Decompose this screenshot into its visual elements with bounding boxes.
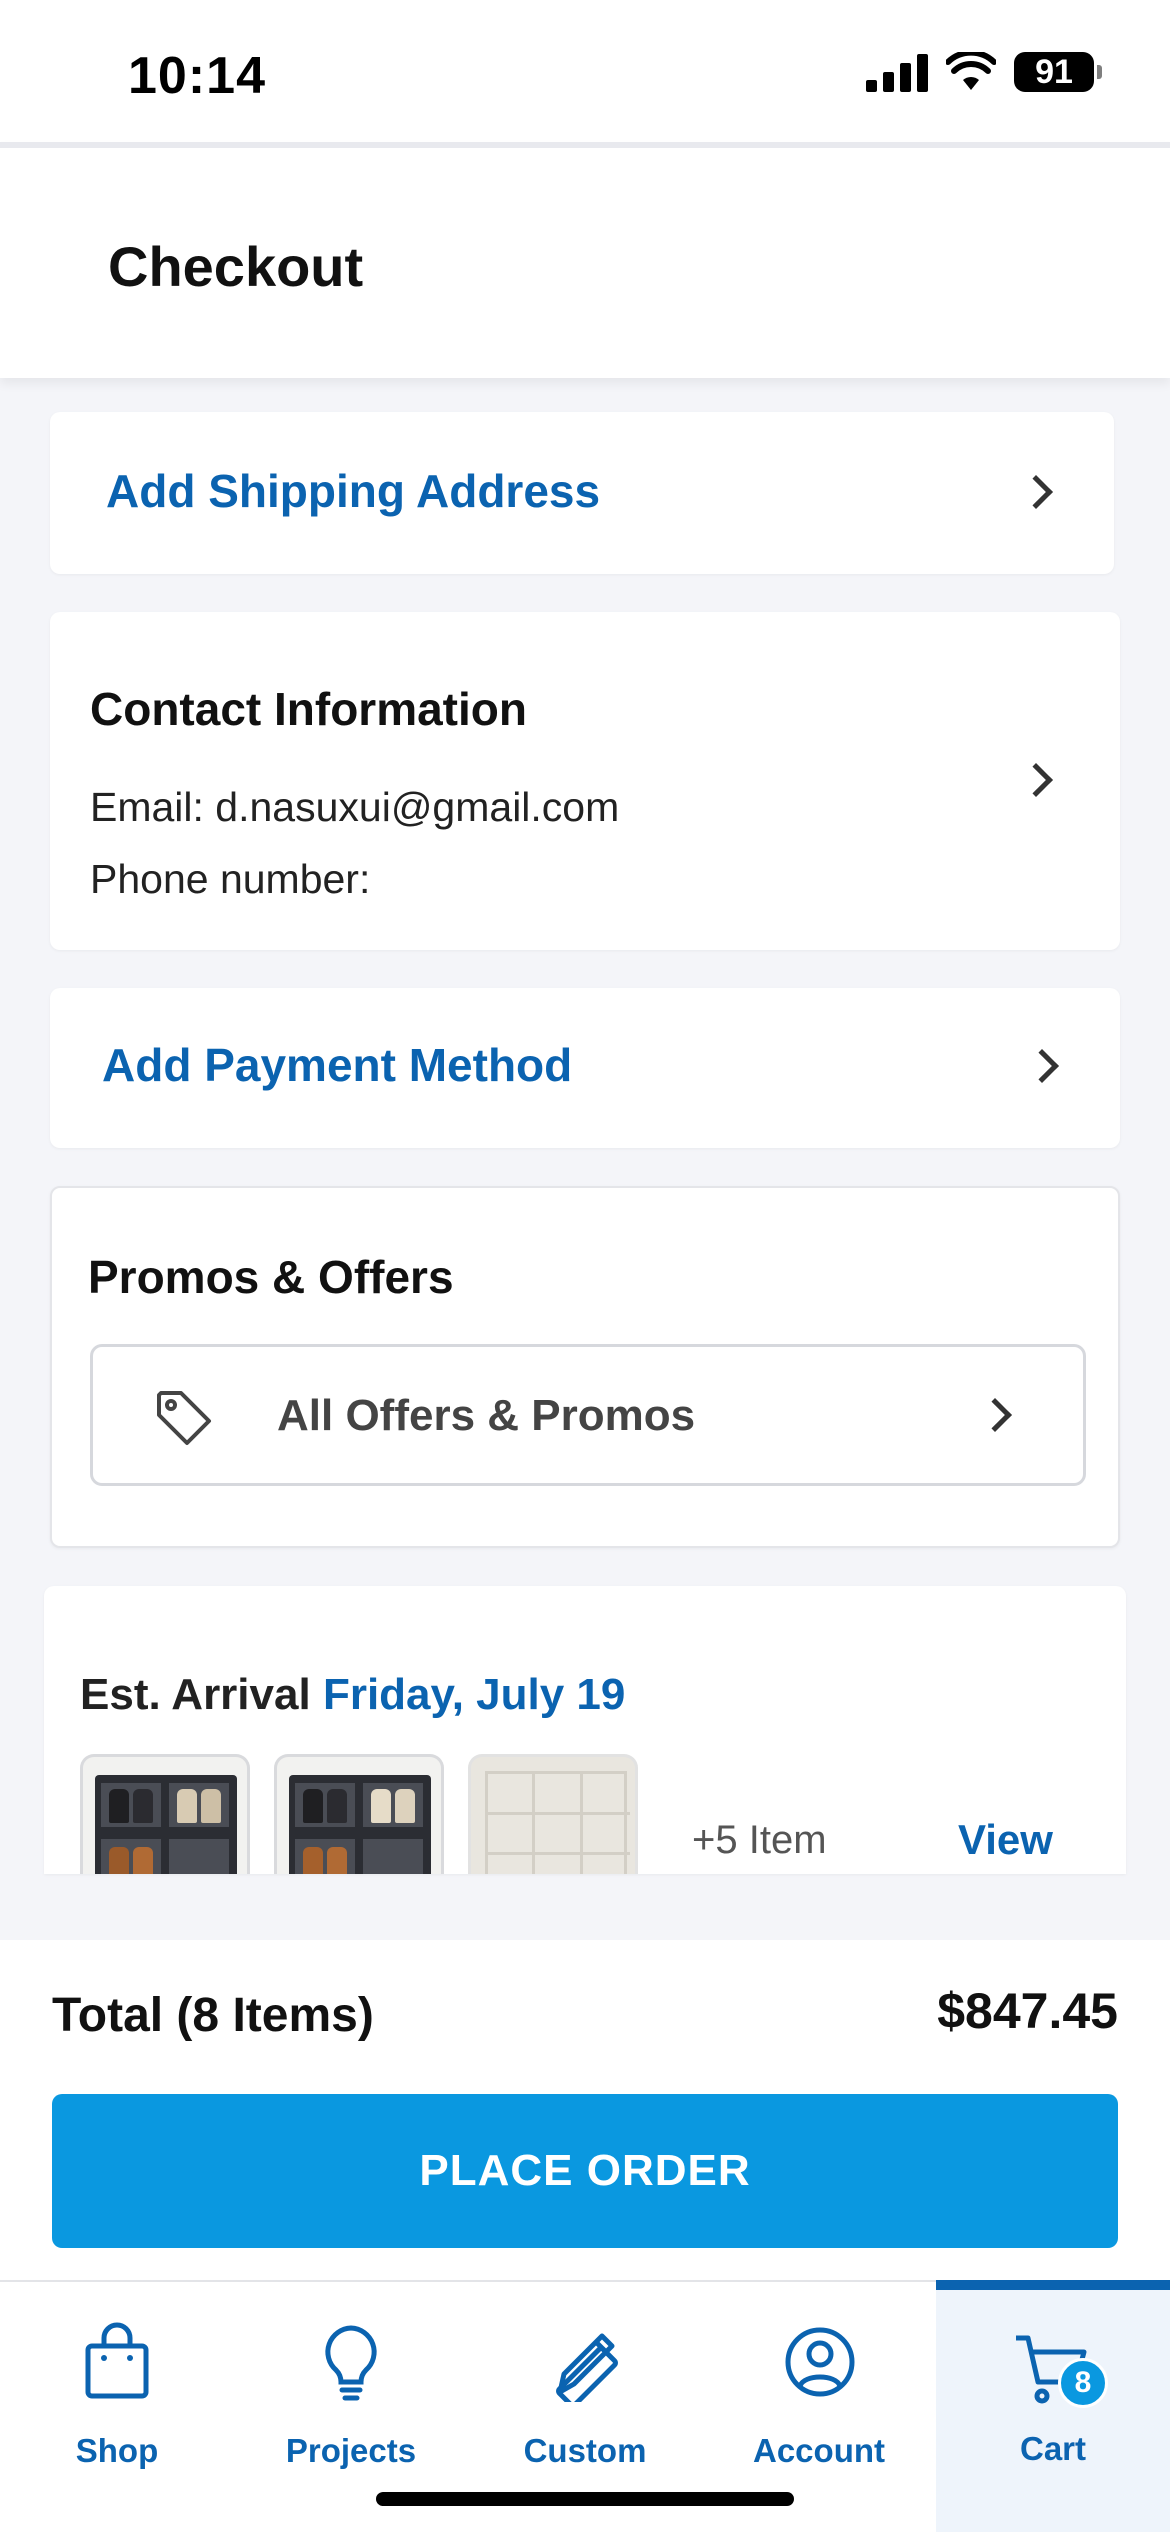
battery-icon: 91 <box>1014 52 1102 92</box>
tab-account-label: Account <box>753 2432 885 2469</box>
lightbulb-icon <box>325 2325 377 2401</box>
chevron-right-icon <box>1025 1049 1059 1083</box>
order-summary-bar: Total (8 Items) $847.45 PLACE ORDER <box>0 1940 1170 2280</box>
tag-icon <box>157 1391 211 1445</box>
contact-information-title: Contact Information <box>90 683 527 735</box>
order-total-label: Total (8 Items) <box>52 1989 374 2042</box>
tab-cart[interactable]: 8 Cart <box>936 2280 1170 2532</box>
tab-cart-label: Cart <box>1019 2430 1087 2467</box>
shoe-rack-image <box>95 1775 237 1874</box>
user-circle-icon <box>785 2327 855 2397</box>
place-order-button[interactable]: PLACE ORDER <box>52 2094 1118 2248</box>
payment-method-card[interactable]: Add Payment Method <box>50 988 1120 1148</box>
shipping-address-card[interactable]: Add Shipping Address <box>50 412 1114 574</box>
chevron-right-icon <box>978 1398 1012 1432</box>
product-thumbnail[interactable] <box>80 1754 250 1874</box>
status-icons: 91 <box>866 52 1102 92</box>
product-thumbnail[interactable] <box>274 1754 444 1874</box>
cellular-signal-icon <box>866 52 928 92</box>
status-bar: 10:14 91 <box>0 0 1170 142</box>
shopping-bag-icon <box>85 2322 149 2399</box>
order-total-value: $847.45 <box>937 1983 1118 2039</box>
promos-offers-title: Promos & Offers <box>88 1251 454 1303</box>
est-arrival-label: Est. Arrival <box>80 1670 311 1719</box>
view-items-link[interactable]: View <box>958 1816 1053 1864</box>
est-arrival-date: Friday, July 19 <box>322 1670 626 1719</box>
chevron-right-icon <box>1019 475 1053 509</box>
tab-custom-label: Custom <box>523 2432 647 2469</box>
add-shipping-address-link[interactable]: Add Shipping Address <box>106 464 600 518</box>
more-items-count: +5 Item <box>692 1818 827 1862</box>
contact-phone: Phone number: <box>90 856 371 902</box>
product-thumbnail[interactable] <box>468 1754 638 1874</box>
shipment-card: Est. Arrival Friday, July 19 +5 Item Vie… <box>44 1586 1126 1874</box>
est-arrival-row: Est. Arrival Friday, July 19 <box>80 1670 625 1720</box>
chevron-right-icon <box>1019 763 1053 797</box>
page-header: Checkout <box>0 142 1170 378</box>
all-offers-promos-label: All Offers & Promos <box>277 1391 696 1440</box>
pencil-ruler-icon <box>556 2333 618 2402</box>
contact-information-card[interactable]: Contact Information Email: d.nasuxui@gma… <box>50 612 1120 950</box>
shoe-rack-image <box>289 1775 431 1874</box>
status-time: 10:14 <box>128 47 266 105</box>
all-offers-promos-button[interactable]: All Offers & Promos <box>90 1344 1086 1486</box>
add-payment-method-link[interactable]: Add Payment Method <box>102 1038 572 1092</box>
promos-offers-card: Promos & Offers All Offers & Promos <box>50 1186 1120 1548</box>
cart-count-badge: 8 <box>1058 2358 1108 2408</box>
storage-drawer-image <box>485 1771 630 1874</box>
tab-projects-label: Projects <box>285 2432 417 2469</box>
home-indicator[interactable] <box>376 2492 794 2506</box>
tab-shop[interactable]: Shop <box>0 2282 234 2532</box>
tab-shop-label: Shop <box>75 2432 159 2469</box>
page-title: Checkout <box>108 235 364 298</box>
wifi-icon <box>946 52 996 90</box>
contact-email: Email: d.nasuxui@gmail.com <box>90 784 620 830</box>
